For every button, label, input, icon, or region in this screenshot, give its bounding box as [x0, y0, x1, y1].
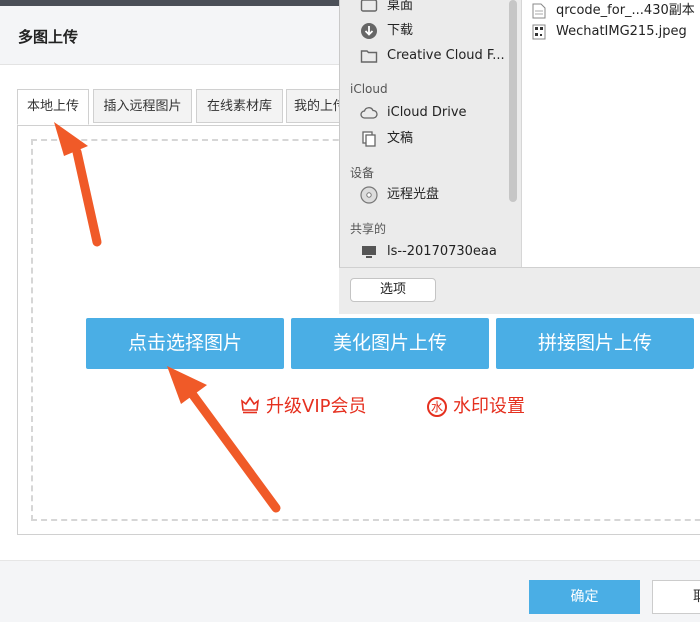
sidebar-header-devices: 设备	[350, 166, 375, 180]
sidebar-header-shared: 共享的	[350, 222, 387, 236]
dialog-title: 多图上传	[18, 28, 79, 46]
sidebar-header-icloud: iCloud	[350, 82, 388, 96]
tab-local-upload[interactable]: 本地上传	[17, 89, 89, 125]
splice-upload-button[interactable]: 拼接图片上传	[496, 318, 694, 369]
image-file-icon	[532, 24, 546, 40]
confirm-button[interactable]: 确定	[529, 580, 640, 614]
beautify-upload-button[interactable]: 美化图片上传	[291, 318, 489, 369]
computer-icon	[360, 243, 378, 261]
watermark-settings-link[interactable]: 水水印设置	[427, 392, 525, 418]
desktop-icon	[360, 0, 378, 15]
cloud-icon	[360, 104, 378, 122]
watermark-label: 水印设置	[453, 396, 525, 417]
folder-icon	[360, 47, 378, 65]
tab-remote-image[interactable]: 插入远程图片	[93, 89, 192, 123]
options-button[interactable]: 选项	[350, 278, 436, 302]
file-icon	[532, 3, 546, 19]
cancel-button[interactable]: 取消	[652, 580, 700, 614]
sidebar-scrollbar[interactable]	[509, 0, 517, 202]
upgrade-vip-link[interactable]: 升级VIP会员	[240, 392, 366, 420]
upgrade-vip-label: 升级VIP会员	[266, 396, 367, 417]
tab-online-library[interactable]: 在线素材库	[196, 89, 283, 123]
documents-icon	[360, 130, 378, 148]
watermark-icon: 水	[427, 397, 447, 417]
disc-icon	[360, 186, 378, 204]
download-icon	[360, 22, 378, 40]
select-image-button[interactable]: 点击选择图片	[86, 318, 284, 369]
crown-icon	[240, 395, 260, 420]
